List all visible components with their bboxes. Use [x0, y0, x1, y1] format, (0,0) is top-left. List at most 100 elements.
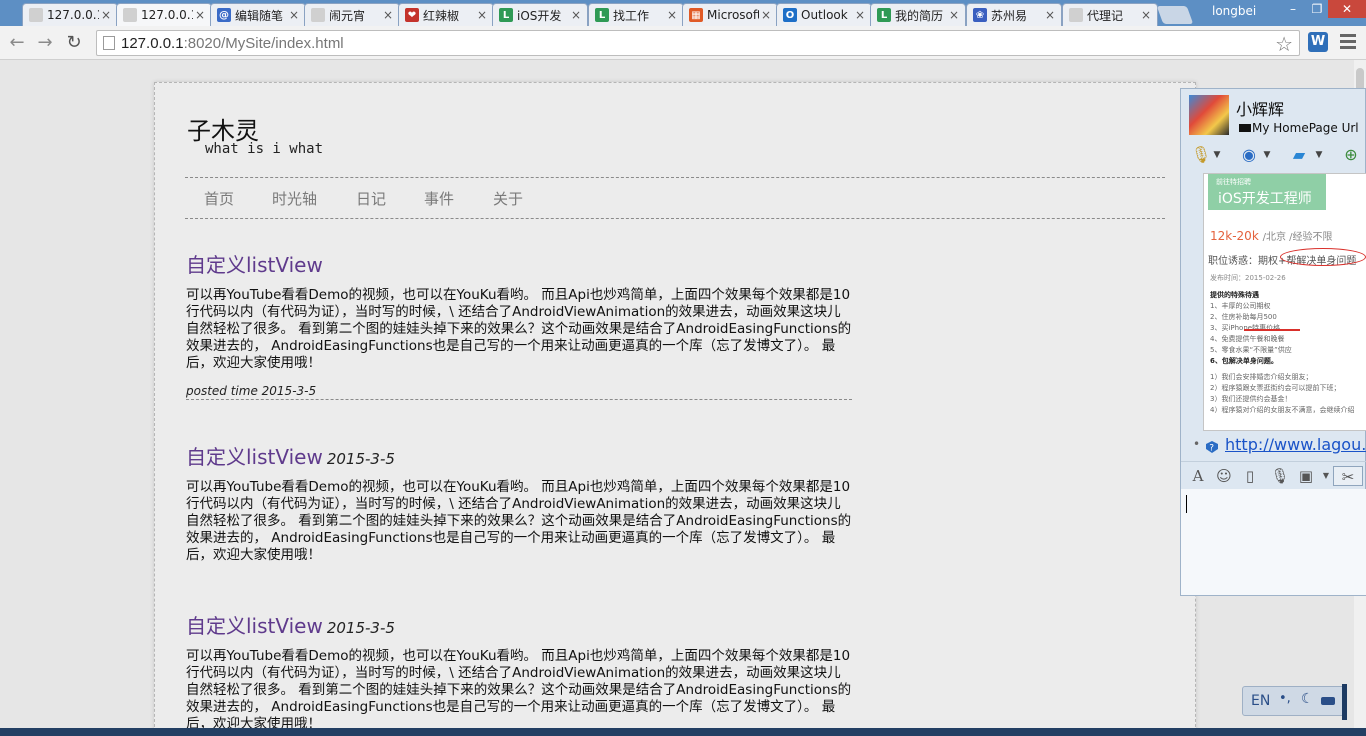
browser-tab[interactable]: LiOS开发 × — [492, 3, 588, 26]
job-line: 4）程序猿对介绍的女朋友不满意，会继续介绍 — [1210, 406, 1355, 414]
site-subtitle: what is i what — [205, 141, 324, 157]
chat-message-input[interactable] — [1181, 489, 1366, 595]
chat-image-lagou[interactable]: 前往特招聘 iOS开发工程师 12k-20k /北京 /经验不限 职位诱惑：期权… — [1203, 173, 1366, 431]
browser-tab[interactable]: 闹元宵 × — [304, 3, 400, 26]
tab-favicon-icon: @ — [217, 8, 231, 22]
tab-title: 代理记 — [1087, 8, 1124, 23]
minimize-button[interactable]: – — [1280, 0, 1306, 18]
browser-tab[interactable]: @ 编辑随笔 × — [210, 3, 306, 26]
keyboard-icon[interactable] — [1321, 697, 1335, 705]
url-path: :8020/MySite/index.html — [183, 35, 344, 52]
tab-close-icon[interactable]: × — [475, 8, 489, 22]
chevron-down-icon[interactable]: ▼ — [1205, 143, 1229, 167]
ime-language[interactable]: EN — [1251, 693, 1270, 709]
tab-close-icon[interactable]: × — [287, 8, 301, 22]
font-icon[interactable]: A — [1187, 466, 1209, 486]
tab-close-icon[interactable]: × — [193, 8, 207, 22]
browser-tab[interactable]: 代理记 × — [1062, 3, 1158, 26]
nav-home[interactable]: 首页 — [204, 188, 234, 209]
tab-title: 找工作 — [613, 8, 650, 23]
tab-close-icon[interactable]: × — [853, 8, 867, 22]
nav-timeline[interactable]: 时光轴 — [272, 188, 317, 209]
image-icon[interactable]: ▣ — [1295, 466, 1317, 486]
annotation-arrow — [1244, 329, 1300, 331]
job-line: 1、丰厚的公司期权 — [1210, 302, 1271, 310]
job-line: 2、住房补助每月500 — [1210, 313, 1277, 321]
chevron-down-icon[interactable]: ▼ — [1307, 143, 1331, 167]
post-date: 2015-3-5 — [326, 619, 395, 637]
browser-tab[interactable]: L 找工作 × — [588, 3, 684, 26]
tab-title: 闹元宵 — [329, 8, 366, 23]
profile-name[interactable]: longbei — [1212, 4, 1256, 18]
tab-close-icon[interactable]: × — [1043, 8, 1057, 22]
browser-tab[interactable]: O Outlook × — [776, 3, 872, 26]
ime-punct-icon[interactable]: •, — [1279, 691, 1291, 706]
url-text[interactable]: 127.0.0.1:8020/MySite/index.html — [121, 35, 344, 52]
tab-title: iOS开发 — [517, 8, 562, 23]
nav-about[interactable]: 关于 — [493, 188, 523, 209]
nav-diary[interactable]: 日记 — [356, 188, 386, 209]
chat-add-icon[interactable]: ⊕ — [1339, 143, 1363, 167]
post-title[interactable]: 自定义listView — [186, 249, 852, 278]
post-1: 自定义listView 可以再YouTube看看Demo的视频，也可以在YouK… — [186, 249, 852, 400]
browser-tab[interactable]: ❤ 红辣椒 × — [398, 3, 494, 26]
new-tab-button[interactable] — [1156, 6, 1194, 24]
ime-bar-edge — [1342, 684, 1347, 720]
menu-icon[interactable] — [1340, 34, 1356, 52]
post-title[interactable]: 自定义listView 2015-3-5 — [186, 610, 852, 639]
screenshot-icon[interactable]: ✂ — [1333, 466, 1363, 486]
browser-tab[interactable]: 127.0.0.1 × — [116, 3, 212, 26]
post-body: 可以再YouTube看看Demo的视频，也可以在YouKu看哟。 而且Api也炒… — [186, 479, 852, 563]
nav-events[interactable]: 事件 — [424, 188, 454, 209]
url-host: 127.0.0.1 — [121, 35, 184, 52]
tab-title: Microsoft — [707, 8, 759, 22]
chat-contact-name[interactable]: 小辉辉 — [1236, 96, 1284, 120]
page-icon — [103, 36, 115, 50]
back-button[interactable]: ← — [6, 32, 28, 54]
tab-title: 127.0.0.1 — [141, 8, 193, 22]
tab-strip: 127.0.0.1 × 127.0.0.1 × @ 编辑随笔 × 闹元宵 × ❤ 红辣椒 × LiOS开… — [0, 0, 1366, 26]
avatar[interactable] — [1189, 95, 1229, 135]
tab-close-icon[interactable]: × — [947, 8, 961, 22]
tab-close-icon[interactable]: × — [1139, 8, 1153, 22]
browser-tab[interactable]: 127.0.0.1 × — [22, 3, 118, 26]
chevron-down-icon[interactable]: ▼ — [1255, 143, 1279, 167]
voice-icon[interactable]: 🎙 — [1269, 466, 1291, 486]
extension-icon[interactable]: W — [1308, 32, 1328, 52]
emoji-icon[interactable]: ☺ — [1213, 466, 1235, 486]
help-icon: ? — [1206, 441, 1218, 454]
close-window-button[interactable]: ✕ — [1328, 0, 1366, 18]
tab-close-icon[interactable]: × — [569, 8, 583, 22]
blog-page: 子木灵 what is i what 首页 时光轴 日记 事件 关于 自定义li… — [154, 82, 1196, 736]
tab-close-icon[interactable]: × — [759, 8, 773, 22]
ime-language-bar[interactable]: EN •, ☾ — [1242, 686, 1346, 716]
chat-link[interactable]: http://www.lagou.com — [1225, 435, 1366, 454]
tab-title: 127.0.0.1 — [47, 8, 99, 22]
chat-signature: My HomePage Url — [1239, 121, 1359, 135]
job-line: 5、零食水果“不限量”供应 — [1210, 346, 1292, 354]
browser-tab[interactable]: ▦ Microsoft × — [682, 3, 778, 26]
reload-button[interactable]: ↻ — [63, 32, 85, 54]
job-line: 提供的特殊待遇 — [1210, 291, 1259, 299]
browser-tab[interactable]: L 我的简历 × — [870, 3, 966, 26]
tab-title: 红辣椒 — [423, 8, 460, 23]
tab-title: Outlook — [801, 8, 848, 22]
forward-button[interactable]: → — [34, 32, 56, 54]
tab-favicon-icon: ▦ — [689, 8, 703, 22]
tab-favicon-icon: ❤ — [405, 8, 419, 22]
tab-close-icon[interactable]: × — [99, 8, 113, 22]
tab-title: 苏州易 — [991, 8, 1028, 23]
tab-close-icon[interactable]: × — [665, 8, 679, 22]
address-bar[interactable]: 127.0.0.1:8020/MySite/index.html ☆ — [96, 30, 1300, 56]
browser-tab[interactable]: ❀ 苏州易 × — [966, 3, 1062, 26]
annotation-ellipse — [1280, 248, 1366, 266]
job-line: 1）我们会安排婚恋介绍女朋友； — [1210, 373, 1313, 381]
bookmark-star-icon[interactable]: ☆ — [1275, 32, 1293, 56]
moon-icon[interactable]: ☾ — [1301, 691, 1314, 707]
tab-favicon-icon: O — [783, 8, 797, 22]
chat-window: 小辉辉 My HomePage Url 🎙 ▼ ◉ ▼ ▰ ▼ ⊕ 前往特招聘 … — [1180, 88, 1366, 596]
shake-icon[interactable]: ▯ — [1239, 466, 1261, 486]
tab-close-icon[interactable]: × — [381, 8, 395, 22]
post-title[interactable]: 自定义listView 2015-3-5 — [186, 441, 852, 470]
restore-button[interactable]: ❐ — [1306, 0, 1328, 18]
